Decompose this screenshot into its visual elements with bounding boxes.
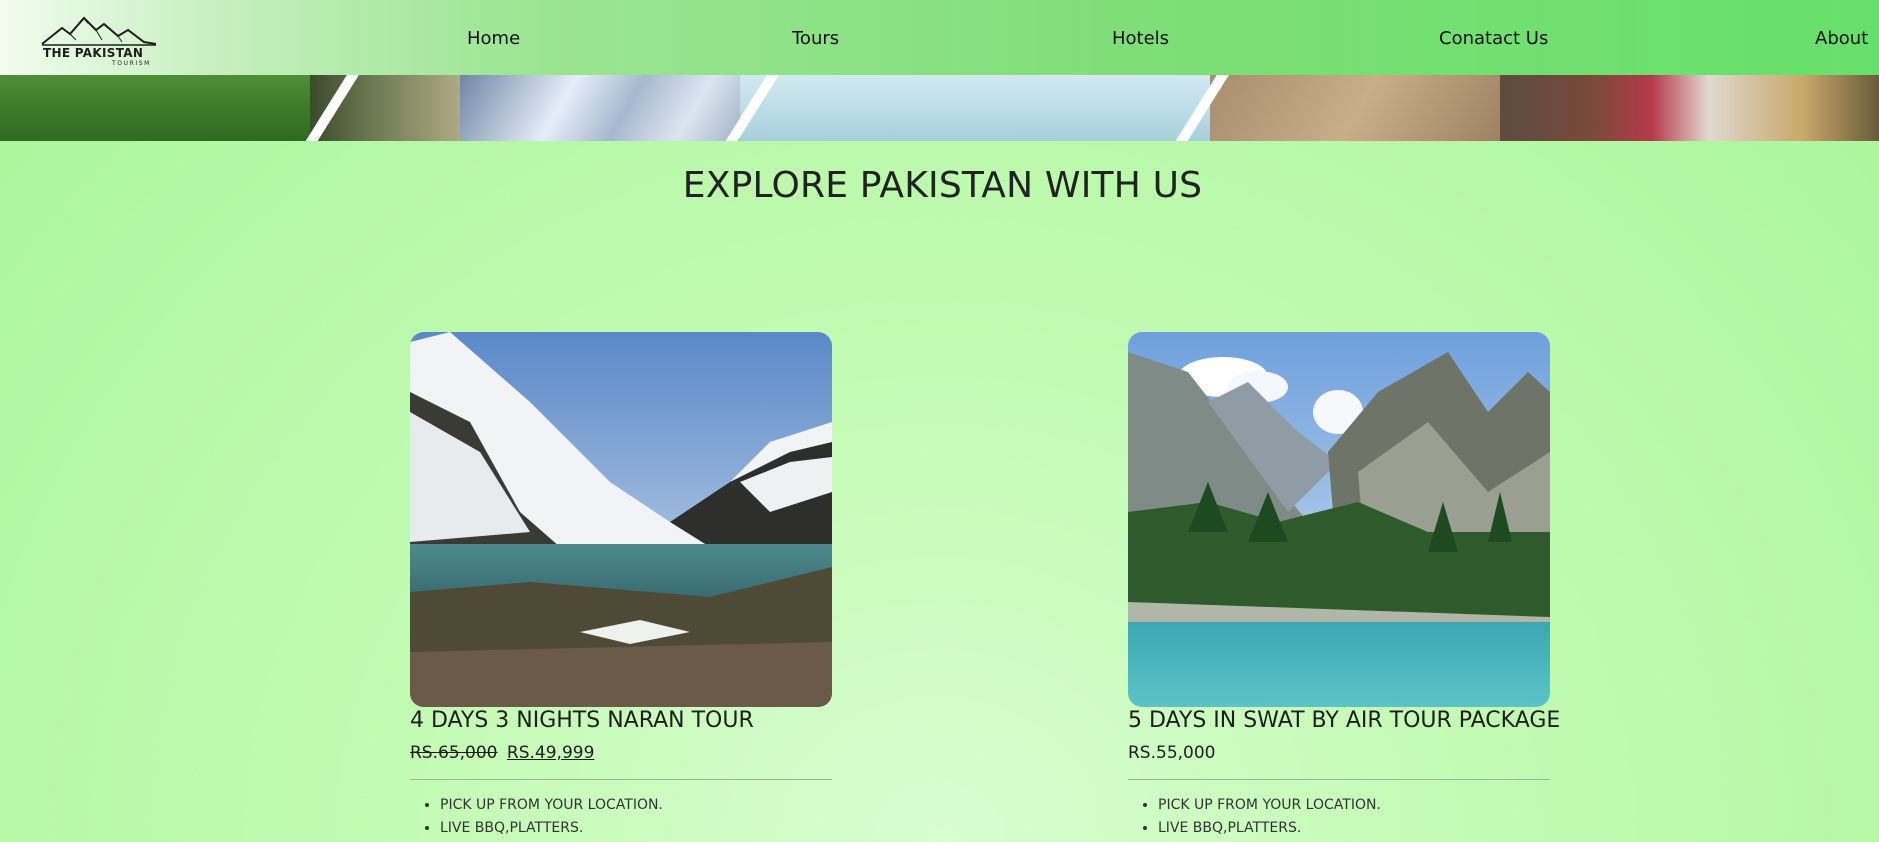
page-title: EXPLORE PAKISTAN WITH US bbox=[682, 165, 1203, 206]
tour-card[interactable]: 5 DAYS IN SWAT BY AIR TOUR PACKAGE RS.55… bbox=[1128, 332, 1560, 836]
hero-image-rock-bazaar bbox=[1210, 75, 1510, 141]
hero-banner bbox=[0, 75, 1879, 141]
mountain-logo-icon bbox=[41, 16, 157, 46]
tour-new-price: RS.49,999 bbox=[506, 743, 595, 763]
logo-title: THE PAKISTAN bbox=[43, 46, 144, 60]
nav-tours-link[interactable]: Tours bbox=[792, 28, 839, 49]
card-divider bbox=[1128, 779, 1550, 780]
nav-hotels-link[interactable]: Hotels bbox=[1112, 28, 1169, 49]
tour-card[interactable]: 4 DAYS 3 NIGHTS NARAN TOUR RS.65,000 RS.… bbox=[410, 332, 832, 836]
tour-price: RS.65,000 RS.49,999 bbox=[410, 743, 594, 763]
tour-title[interactable]: 5 DAYS IN SWAT BY AIR TOUR PACKAGE bbox=[1128, 708, 1560, 733]
tour-image-naran-lake[interactable] bbox=[410, 332, 832, 707]
nav-about-link[interactable]: About bbox=[1815, 28, 1868, 49]
tour-price: RS.55,000 bbox=[1128, 743, 1216, 763]
nav-home-link[interactable]: Home bbox=[467, 28, 520, 49]
hero-image-snow-peaks bbox=[460, 75, 760, 141]
logo[interactable]: THE PAKISTAN TOURISM bbox=[40, 14, 158, 67]
nav-contact-link[interactable]: Conatact Us bbox=[1439, 28, 1548, 49]
hero-image-meadow bbox=[0, 75, 330, 141]
hero-image-market bbox=[1500, 75, 1879, 141]
logo-subtitle: TOURISM bbox=[112, 60, 151, 67]
list-item: PICK UP FROM YOUR LOCATION. bbox=[440, 794, 663, 817]
tour-feature-list: PICK UP FROM YOUR LOCATION. LIVE BBQ,PLA… bbox=[1128, 794, 1381, 840]
list-item: LIVE BBQ,PLATTERS. bbox=[440, 817, 663, 840]
tour-feature-list: PICK UP FROM YOUR LOCATION. LIVE BBQ,PLA… bbox=[410, 794, 663, 840]
tour-image-swat-river[interactable] bbox=[1128, 332, 1550, 707]
navbar: THE PAKISTAN TOURISM Home Tours Hotels C… bbox=[0, 0, 1879, 75]
tour-title[interactable]: 4 DAYS 3 NIGHTS NARAN TOUR bbox=[410, 708, 754, 733]
card-divider bbox=[410, 779, 832, 780]
list-item: LIVE BBQ,PLATTERS. bbox=[1158, 817, 1381, 840]
tour-old-price: RS.65,000 bbox=[410, 743, 498, 763]
list-item: PICK UP FROM YOUR LOCATION. bbox=[1158, 794, 1381, 817]
hero-image-glacier-lake bbox=[740, 75, 1230, 141]
tour-new-price: RS.55,000 bbox=[1128, 743, 1216, 763]
